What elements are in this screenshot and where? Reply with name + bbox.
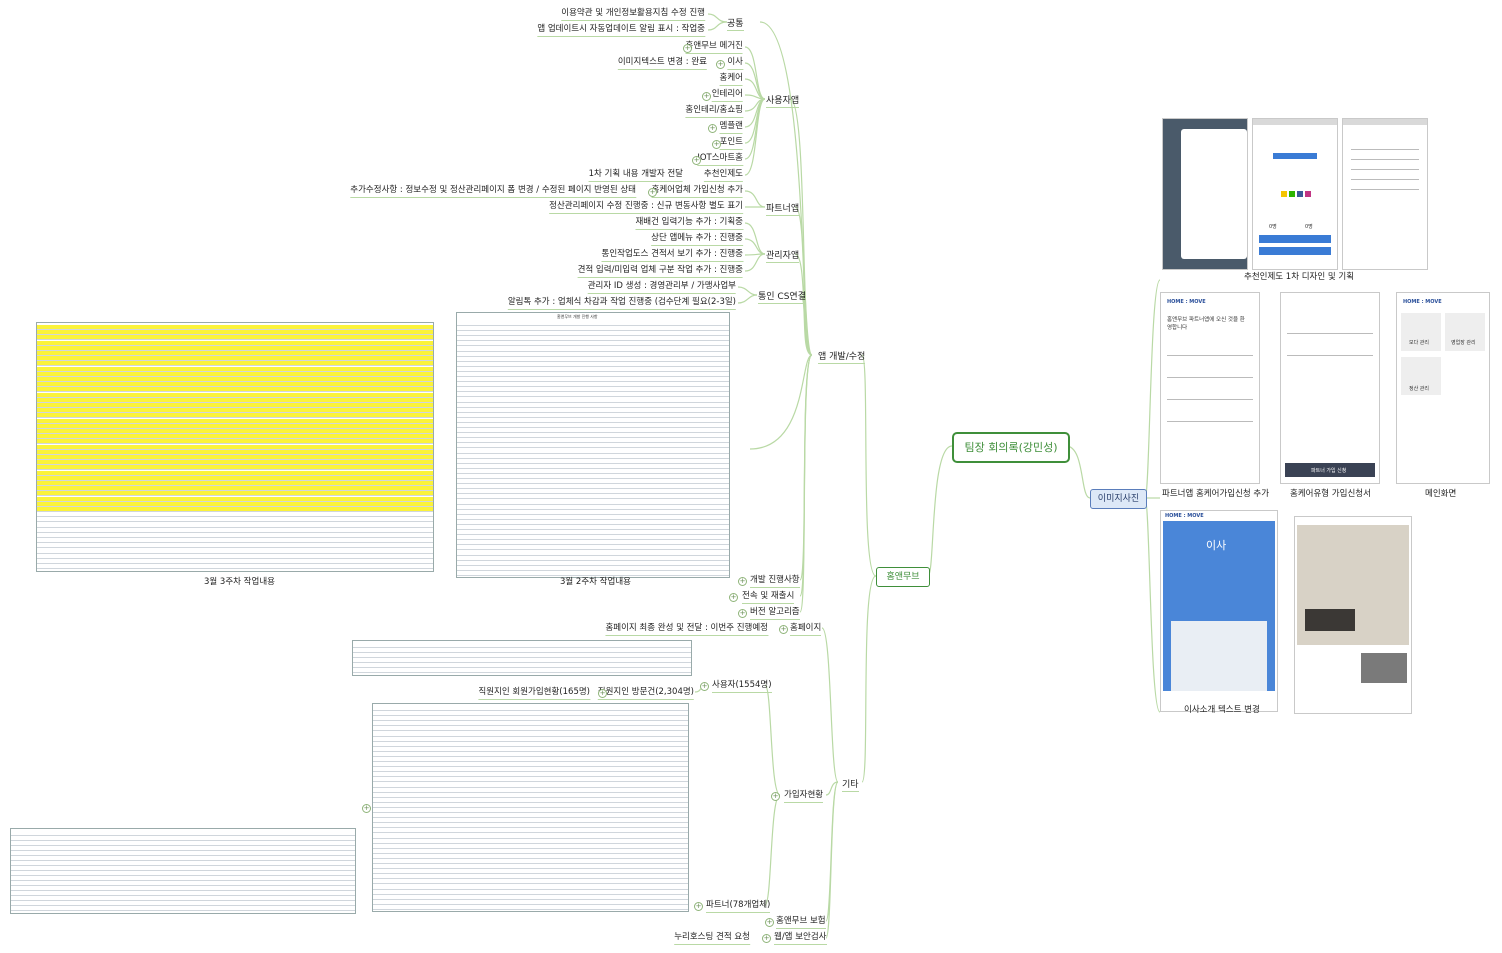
dev-progress[interactable]: 개발 진행사항 — [750, 575, 800, 588]
expand-icon[interactable]: + — [702, 92, 711, 101]
user-app-item-interior[interactable]: 인테리어 — [711, 89, 743, 102]
cs-item-alimtalk[interactable]: 알림톡 추가 : 업체식 차감과 작업 진행중 (검수단계 필요(2-3일) — [507, 297, 736, 310]
branch-admin-app[interactable]: 관리자앱 — [766, 248, 800, 263]
brand-logo: HOME : MOVE — [1165, 513, 1204, 519]
expand-icon[interactable]: + — [729, 593, 738, 602]
recommend-screen-2: 0명 0명 — [1252, 118, 1338, 270]
root-homemove[interactable]: 홈앤무브 — [876, 567, 930, 587]
branch-app-dev[interactable]: 앱 개발/수정 — [818, 349, 866, 364]
expand-icon[interactable]: + — [779, 625, 788, 634]
expand-icon[interactable]: + — [683, 44, 692, 53]
partners-table — [10, 828, 356, 914]
brand-logo: HOME : MOVE — [1403, 299, 1442, 305]
expand-icon[interactable]: + — [648, 188, 657, 197]
etc-homepage-note[interactable]: 홈페이지 최종 완성 및 전달 : 이번주 진행예정 — [605, 623, 768, 636]
root-image-photos[interactable]: 이미지사진 — [1090, 489, 1147, 509]
members-table — [372, 703, 689, 912]
etc-nuri-hosting[interactable]: 누리호스팅 견적 요청 — [674, 932, 750, 945]
branch-partner-app[interactable]: 파트너앱 — [766, 201, 800, 216]
worklog-sheet-week3 — [36, 322, 434, 572]
expand-icon[interactable]: + — [694, 902, 703, 911]
sheet-row — [37, 564, 433, 570]
user-app-item-point[interactable]: 포인트 — [719, 137, 743, 150]
admin-item-3[interactable]: 통인작업도스 견적서 보기 추가 : 진행중 — [601, 249, 743, 262]
recommend-screen-1 — [1162, 118, 1248, 270]
sheet-row — [11, 906, 355, 911]
sheet-week2-title: 홈앤무브 개발 진행 사항 — [557, 314, 598, 319]
expand-icon[interactable]: + — [692, 156, 701, 165]
apply-button: 파트너 가입 신청 — [1311, 468, 1347, 474]
sheet-week2-caption: 3월 2주차 작업내용 — [560, 577, 631, 587]
moving-intro-screen: HOME : MOVE 이사 — [1160, 510, 1278, 712]
branch-cs[interactable]: 통인 CS연결 — [758, 289, 806, 304]
cs-item-admin-id[interactable]: 관리자 ID 생성 : 경영관리부 / 가맹사업부 — [587, 281, 736, 294]
menu-1: 모다 관리 — [1409, 340, 1429, 346]
etc-insurance[interactable]: 홈앤무브 보험 — [776, 916, 826, 929]
expand-icon[interactable]: + — [700, 682, 709, 691]
etc-security[interactable]: 웹/앱 보안검사 — [774, 932, 827, 945]
branch-common[interactable]: 공통 — [727, 16, 744, 31]
etc-join-status[interactable]: 가입자현황 — [784, 790, 824, 803]
expand-icon[interactable]: + — [738, 609, 747, 618]
partner-join-screen: HOME : MOVE 홈앤무브 파트너앱에 오신 것을 환영합니다 — [1160, 292, 1260, 484]
user-app-item-magazine[interactable]: 홈앤무브 메거진 — [685, 41, 743, 54]
sheet-week3-caption: 3월 3주차 작업내용 — [204, 577, 275, 587]
expand-icon[interactable]: + — [598, 689, 607, 698]
branch-etc[interactable]: 기타 — [842, 777, 859, 792]
user-app-item-membership[interactable]: 멤플랜 — [719, 121, 743, 134]
expand-icon[interactable]: + — [738, 577, 747, 586]
etc-homepage[interactable]: 홈페이지 — [790, 623, 822, 636]
user-app-item-recommend[interactable]: 추천인제도 — [703, 169, 743, 182]
release-item[interactable]: 전속 및 재출시 — [742, 591, 795, 604]
menu-3: 정산 관리 — [1409, 386, 1429, 392]
etc-staff-join[interactable]: 직원지인 회원가입현황(165명) — [478, 687, 590, 700]
etc-users[interactable]: 사용자(1554명) — [712, 680, 772, 693]
moving-caption: 이사소개 텍스트 변경 — [1184, 705, 1260, 715]
expand-icon[interactable]: + — [712, 140, 721, 149]
expand-icon[interactable]: + — [716, 60, 725, 69]
moving-title: 이사 — [1206, 539, 1227, 552]
common-item-update[interactable]: 앱 업데이트시 자동업데이트 알림 표시 : 작업중 — [537, 24, 705, 37]
recommend-caption: 추천인제도 1차 디자인 및 기획 — [1244, 272, 1355, 282]
brand-logo: HOME : MOVE — [1167, 299, 1206, 305]
expand-icon[interactable]: + — [762, 934, 771, 943]
partner-join-note[interactable]: 추가수정사항 : 정보수정 및 정산관리페이지 폼 변경 / 수정된 페이지 반… — [350, 185, 636, 198]
homecare-screen: 파트너 가입 신청 — [1280, 292, 1380, 484]
expand-icon[interactable]: + — [765, 918, 774, 927]
etc-partner[interactable]: 파트너(78개업체) — [706, 900, 771, 913]
user-app-item-iot[interactable]: IOT스마트홈 — [697, 153, 743, 166]
admin-item-1[interactable]: 재배건 입력기능 추가 : 기획중 — [635, 217, 743, 230]
version-alarm-item[interactable]: 버전 알고리즘 — [750, 607, 800, 620]
homecare-caption: 홈케어유형 가입신청서 — [1290, 489, 1371, 499]
user-app-item-homecare[interactable]: 홈케어 — [719, 73, 743, 86]
recommend-note[interactable]: 1차 기획 내용 개발자 전달 — [588, 169, 683, 182]
expand-icon[interactable]: + — [708, 124, 717, 133]
sheet-row — [373, 905, 688, 910]
user-app-item-moving[interactable]: 이사 — [727, 57, 743, 70]
main-caption: 메인화면 — [1425, 489, 1457, 499]
recommend-screen-3 — [1342, 118, 1428, 270]
branch-user-app[interactable]: 사용자앱 — [766, 93, 800, 108]
etc-staff-visit[interactable]: 직원지인 방문건(2,304명) — [597, 687, 694, 700]
expand-icon[interactable]: + — [771, 792, 780, 801]
moving-photo-screen — [1294, 516, 1412, 714]
menu-2: 영업장 관리 — [1451, 340, 1476, 346]
partner-settle-item[interactable]: 정산관리페이지 수정 진행중 : 신규 변동사항 별도 표기 — [549, 201, 743, 214]
expand-icon[interactable]: + — [362, 804, 371, 813]
admin-item-2[interactable]: 상단 앱메뉴 추가 : 진행중 — [651, 233, 743, 246]
recommend-count-2: 0명 — [1305, 224, 1313, 230]
partner-join-item[interactable]: 홈케어업체 가입신청 추가 — [651, 185, 743, 198]
user-app-item-image-text[interactable]: 이미지텍스트 변경 : 완료 — [617, 57, 707, 70]
partner-join-caption: 파트너앱 홈케어가입신청 추가 — [1162, 489, 1270, 499]
welcome-text: 홈앤무브 파트너앱에 오신 것을 환영합니다 — [1167, 317, 1245, 331]
common-item-terms[interactable]: 이용약관 및 개인정보활용지침 수정 진행 — [561, 8, 705, 21]
user-app-item-shopping[interactable]: 홈인테리/홈쇼핑 — [685, 105, 743, 118]
recommend-count-1: 0명 — [1269, 224, 1277, 230]
admin-item-4[interactable]: 견적 입력/미입력 업체 구분 작업 추가 : 진행중 — [577, 265, 743, 278]
users-table — [352, 640, 692, 676]
worklog-sheet-week2: 홈앤무브 개발 진행 사항 — [456, 312, 730, 578]
sheet-row — [353, 668, 691, 673]
main-screen: HOME : MOVE 모다 관리 영업장 관리 정산 관리 — [1396, 292, 1490, 484]
central-topic[interactable]: 팀장 회의록(강민성) — [952, 432, 1070, 463]
